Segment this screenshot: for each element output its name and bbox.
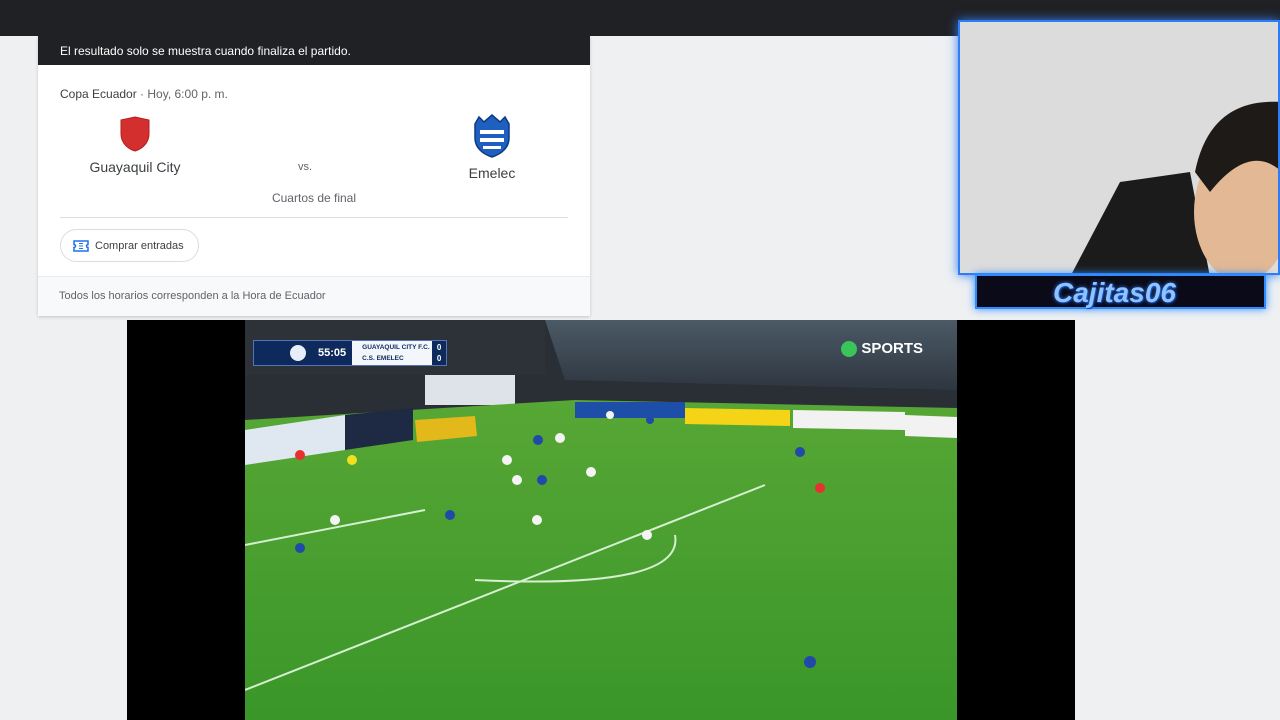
home-team[interactable]: Guayaquil City bbox=[60, 116, 210, 175]
scoreboard-home-team: GUAYAQUIL CITY F.C. bbox=[362, 344, 430, 351]
red-shield-icon bbox=[120, 116, 150, 152]
home-team-name: Guayaquil City bbox=[89, 159, 181, 175]
match-card: El resultado solo se muestra cuando fina… bbox=[38, 36, 590, 316]
broadcaster-dot-icon bbox=[841, 340, 858, 357]
video-player[interactable]: 55:05 GUAYAQUIL CITY F.C. C.S. EMELEC 0 … bbox=[127, 320, 1075, 720]
home-score: 0 bbox=[436, 343, 442, 352]
scoreboard: 55:05 GUAYAQUIL CITY F.C. C.S. EMELEC 0 … bbox=[253, 340, 448, 366]
buy-tickets-button[interactable]: Comprar entradas bbox=[60, 229, 199, 262]
match-stage: Cuartos de final bbox=[271, 191, 357, 205]
pitch-scene bbox=[245, 320, 957, 720]
meta-separator: · bbox=[136, 87, 148, 101]
away-team-name: Emelec bbox=[468, 165, 516, 181]
streamer-silhouette bbox=[960, 22, 1278, 273]
broadcaster-name: SPORTS bbox=[861, 340, 923, 357]
scoreboard-teams: GUAYAQUIL CITY F.C. C.S. EMELEC bbox=[352, 341, 433, 365]
match-clock: 55:05 bbox=[318, 347, 347, 359]
ball-icon bbox=[290, 345, 306, 361]
streamer-name-banner: Cajitas06 bbox=[975, 274, 1266, 309]
away-team[interactable]: Emelec bbox=[417, 114, 567, 181]
ticket-icon bbox=[73, 239, 89, 252]
competition-link[interactable]: Copa Ecuador bbox=[60, 87, 137, 101]
match-datetime: Hoy, 6:00 p. m. bbox=[147, 87, 228, 101]
vs-label: vs. bbox=[298, 161, 313, 173]
emelec-crest-icon bbox=[474, 114, 510, 158]
match-video-frame: 55:05 GUAYAQUIL CITY F.C. C.S. EMELEC 0 … bbox=[245, 320, 957, 720]
ad-board bbox=[575, 402, 685, 418]
away-score: 0 bbox=[436, 354, 442, 363]
result-notice: El resultado solo se muestra cuando fina… bbox=[38, 36, 590, 65]
buy-tickets-label: Comprar entradas bbox=[95, 239, 184, 252]
card-divider bbox=[60, 217, 568, 218]
webcam-overlay bbox=[958, 20, 1280, 275]
timezone-note: Todos los horarios corresponden a la Hor… bbox=[38, 276, 590, 316]
streamer-name: Cajitas06 bbox=[1053, 277, 1176, 308]
scoreboard-away-team: C.S. EMELEC bbox=[362, 355, 404, 362]
scoreboard-goals: 0 0 bbox=[432, 341, 446, 365]
broadcaster-logo: SPORTS bbox=[841, 340, 923, 357]
match-meta: Copa Ecuador · Hoy, 6:00 p. m. bbox=[60, 87, 228, 101]
